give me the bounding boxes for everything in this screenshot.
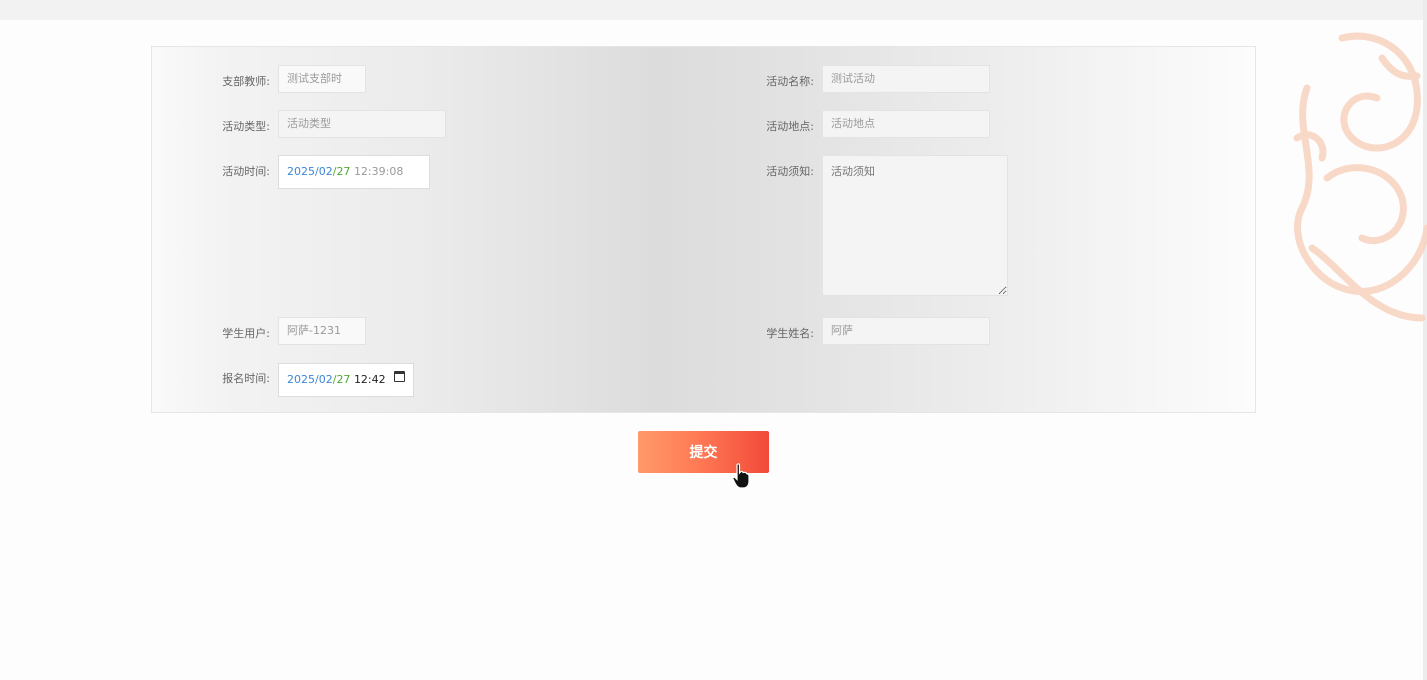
signup-time-input[interactable]: 2025/02/27 12:42	[278, 363, 414, 397]
teacher-label: 支部教师:	[222, 75, 270, 88]
activity-type-field[interactable]: 活动类型	[278, 110, 446, 138]
teacher-field[interactable]: 测试支部时	[278, 65, 366, 93]
activity-time-month: 02	[318, 165, 333, 178]
activity-name-label: 活动名称:	[766, 75, 814, 88]
activity-name-field[interactable]: 测试活动	[822, 65, 990, 93]
signup-time-month: 02	[318, 373, 333, 386]
student-name-field[interactable]: 阿萨	[822, 317, 990, 345]
calendar-icon[interactable]	[394, 371, 405, 382]
activity-location-field[interactable]: 活动地点	[822, 110, 990, 138]
signup-time-label: 报名时间:	[222, 372, 270, 385]
activity-time-year: 2025	[287, 165, 315, 178]
activity-type-label: 活动类型:	[222, 120, 270, 133]
dragon-watermark-icon	[1293, 32, 1427, 322]
activity-time-field[interactable]: 2025/02/27 12:39:08	[278, 155, 430, 189]
student-user-field[interactable]: 阿萨-1231	[278, 317, 366, 345]
activity-location-label: 活动地点:	[766, 120, 814, 133]
activity-notice-label: 活动须知:	[766, 165, 814, 178]
activity-time-clock: 12:39:08	[353, 165, 404, 178]
student-user-label: 学生用户:	[222, 327, 270, 340]
signup-time-year: 2025	[287, 373, 315, 386]
activity-time-day: 27	[336, 165, 351, 178]
activity-notice-textarea[interactable]	[822, 155, 1008, 296]
signup-time-clock: 12:42	[353, 373, 386, 386]
hand-cursor-icon	[732, 463, 750, 489]
form-panel: 支部教师: 测试支部时 活动名称: 测试活动 活动类型: 活动类型 活动地点: …	[151, 46, 1256, 413]
signup-time-day: 27	[336, 373, 351, 386]
top-bar	[0, 0, 1427, 20]
student-name-label: 学生姓名:	[766, 327, 814, 340]
activity-time-label: 活动时间:	[222, 165, 270, 178]
